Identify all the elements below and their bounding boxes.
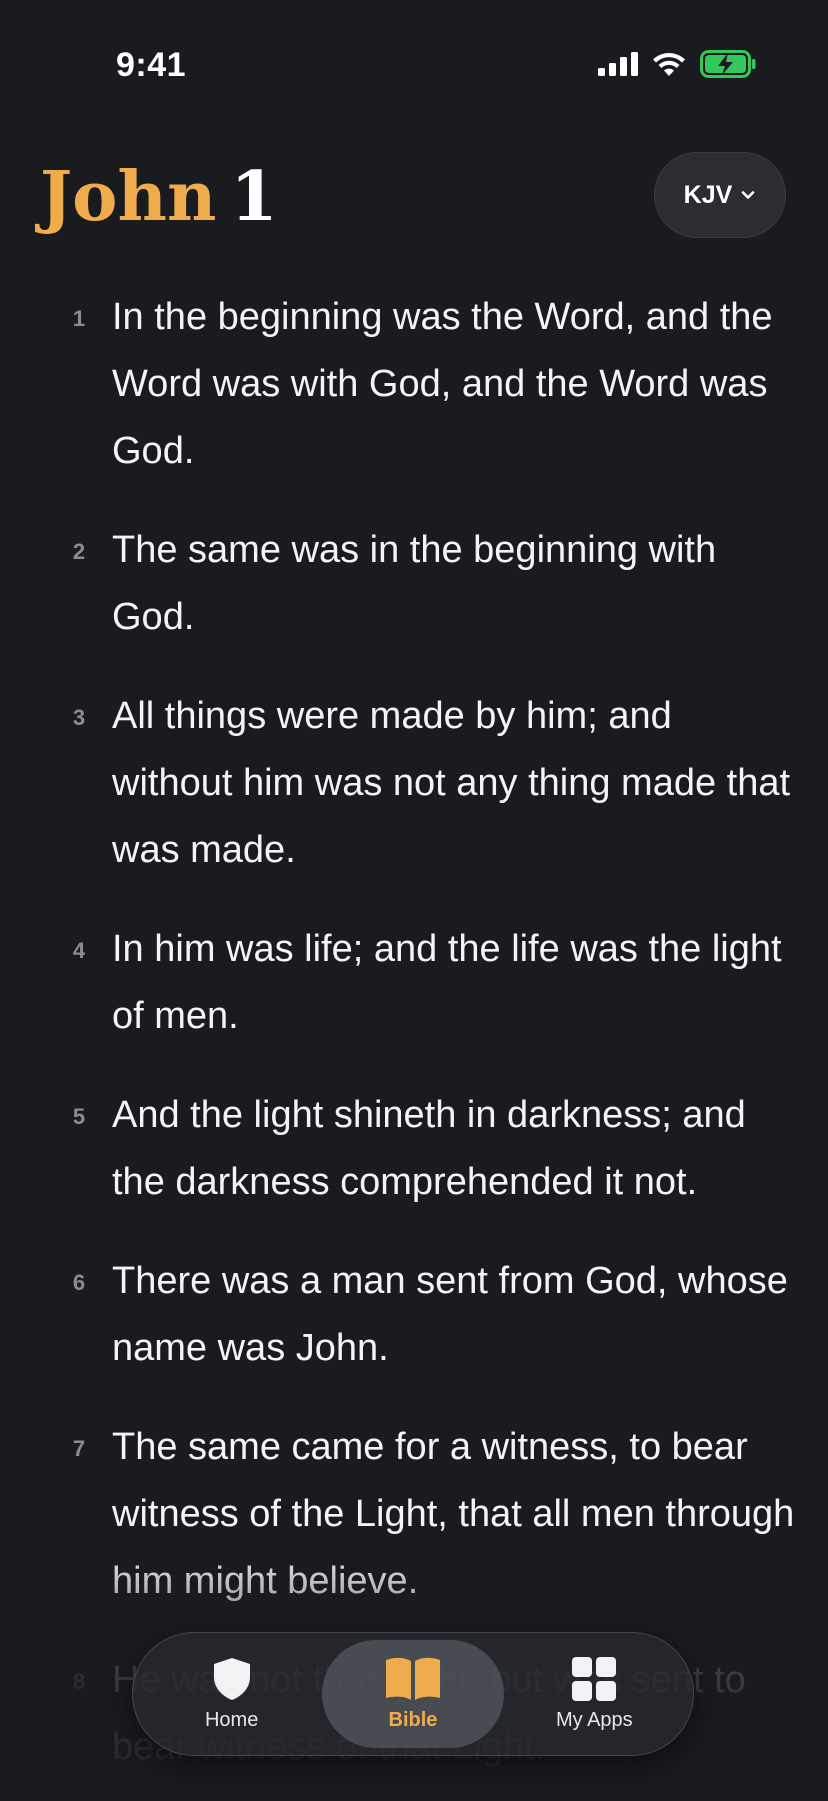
status-time: 9:41 (116, 46, 187, 84)
verse-number: 6 (72, 1270, 86, 1295)
book-name: John (40, 157, 217, 237)
verse[interactable]: 6 There was a man sent from God, whose n… (0, 1248, 828, 1382)
verse[interactable]: 1 In the beginning was the Word, and the… (0, 284, 828, 485)
verse-text: And the light shineth in darkness; and t… (112, 1094, 746, 1203)
shield-icon (212, 1657, 252, 1701)
tab-label: Bible (388, 1708, 438, 1731)
tab-home[interactable]: Home (141, 1640, 322, 1748)
verse-number: 7 (72, 1436, 86, 1461)
status-icons (598, 50, 756, 78)
verse[interactable]: 3 All things were made by him; and witho… (0, 683, 828, 884)
chapter-number: 1 (230, 157, 278, 237)
verse-text: All things were made by him; and without… (112, 695, 791, 871)
bible-reader-screen: 9:41 John 1 KJV 1 In the beginning was t… (0, 0, 828, 1801)
verse-number: 1 (72, 306, 86, 331)
verse-list: 1 In the beginning was the Word, and the… (0, 284, 828, 1801)
chapter-header: John 1 KJV (0, 152, 828, 242)
tab-label: My Apps (555, 1708, 633, 1731)
status-bar: 9:41 (0, 0, 828, 130)
verse[interactable]: 4 In him was life; and the life was the … (0, 916, 828, 1050)
verse-number: 3 (72, 705, 86, 730)
chevron-down-icon (740, 189, 756, 201)
tab-label: Home (204, 1708, 259, 1731)
verse-number: 4 (72, 938, 86, 963)
verse-number: 8 (72, 1669, 86, 1694)
version-selector-button[interactable]: KJV (654, 152, 786, 238)
verse[interactable]: 7 The same came for a witness, to bear w… (0, 1414, 828, 1615)
open-book-icon (384, 1657, 442, 1701)
tab-bar: Home Bible My Apps (132, 1632, 694, 1756)
cellular-signal-icon (598, 52, 638, 76)
verse[interactable]: 5 And the light shineth in darkness; and… (0, 1082, 828, 1216)
tab-bible[interactable]: Bible (322, 1640, 504, 1748)
verse-text: The same was in the beginning with God. (112, 529, 717, 638)
version-label: KJV (683, 180, 733, 209)
wifi-icon (652, 51, 686, 77)
page-title: John 1 (40, 152, 278, 242)
verse-number: 2 (72, 539, 86, 564)
verse[interactable]: 2 The same was in the beginning with God… (0, 517, 828, 651)
verse-number: 5 (72, 1104, 86, 1129)
verse-text: In the beginning was the Word, and the W… (112, 296, 773, 472)
verse-text: The same came for a witness, to bear wit… (112, 1426, 795, 1602)
tab-my-apps[interactable]: My Apps (504, 1640, 685, 1748)
verse-text: In him was life; and the life was the li… (112, 928, 782, 1037)
grid-icon (572, 1656, 617, 1701)
verse-text: There was a man sent from God, whose nam… (112, 1260, 788, 1369)
battery-charging-icon (700, 50, 756, 78)
